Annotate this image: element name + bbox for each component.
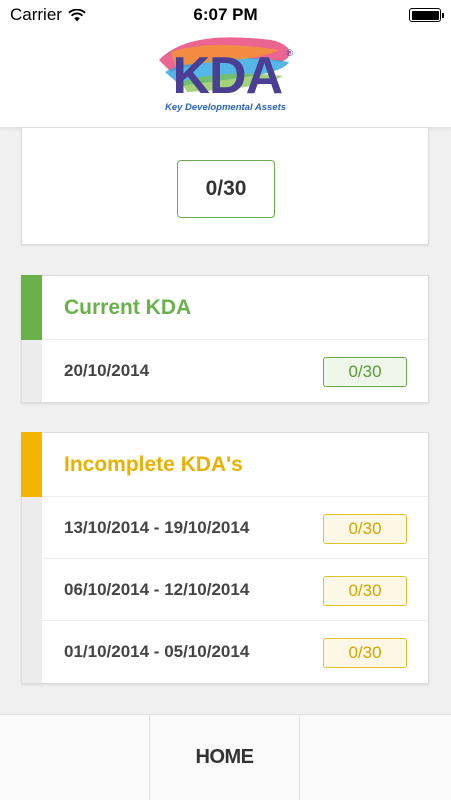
incomplete-kda-row[interactable]: 01/10/2014 - 05/10/2014 0/30	[22, 621, 428, 683]
kda-logo: KDA ® Key Developmental Assets	[151, 32, 301, 118]
logo-subtitle: Key Developmental Assets	[164, 102, 287, 113]
current-kda-date: 20/10/2014	[64, 361, 150, 380]
carrier-label: Carrier	[10, 5, 62, 24]
status-bar: Carrier 6:07 PM	[0, 0, 451, 30]
incomplete-kda-title: Incomplete KDA's	[64, 452, 243, 476]
incomplete-kda-date: 13/10/2014 - 19/10/2014	[64, 517, 250, 537]
incomplete-kda-score: 0/30	[323, 514, 407, 544]
incomplete-kda-section: Incomplete KDA's 13/10/2014 - 19/10/2014…	[21, 432, 429, 684]
tab-right[interactable]	[300, 715, 451, 800]
battery-icon	[409, 8, 444, 22]
bottom-tab-bar: HOME	[0, 714, 451, 800]
logo-text: KDA	[172, 47, 284, 105]
current-kda-header: Current KDA	[21, 275, 428, 340]
incomplete-accent-bar	[21, 432, 42, 497]
incomplete-kda-score: 0/30	[323, 576, 407, 606]
incomplete-kda-score: 0/30	[323, 638, 407, 668]
incomplete-kda-date: 01/10/2014 - 05/10/2014	[64, 642, 250, 661]
incomplete-kda-date: 06/10/2014 - 12/10/2014	[64, 579, 250, 599]
registered-mark: ®	[286, 48, 294, 58]
tab-left[interactable]	[0, 715, 150, 800]
current-kda-title: Current KDA	[64, 295, 192, 319]
current-kda-score: 0/30	[323, 357, 407, 387]
tab-home[interactable]: HOME	[150, 715, 300, 800]
app-header: KDA ® Key Developmental Assets	[0, 30, 451, 128]
current-kda-section: Current KDA 20/10/2014 0/30	[21, 275, 429, 403]
overall-score[interactable]: 0/30	[177, 160, 275, 218]
current-kda-row[interactable]: 20/10/2014 0/30	[22, 340, 428, 402]
overall-score-card: 0/30	[21, 128, 429, 245]
wifi-icon	[68, 8, 86, 21]
incomplete-kda-header: Incomplete KDA's	[21, 432, 428, 497]
incomplete-kda-row[interactable]: 13/10/2014 - 19/10/2014 0/30	[22, 497, 428, 559]
current-accent-bar	[21, 275, 42, 340]
incomplete-kda-row[interactable]: 06/10/2014 - 12/10/2014 0/30	[22, 559, 428, 621]
